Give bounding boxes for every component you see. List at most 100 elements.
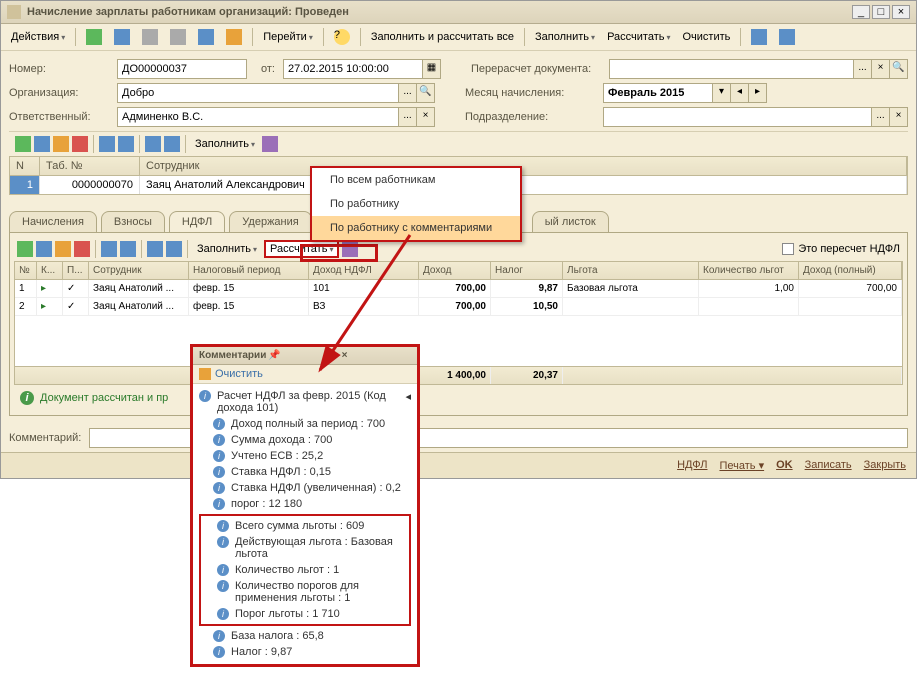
- edit-row-icon[interactable]: [53, 136, 69, 152]
- recalc-label: Перерасчет документа:: [471, 63, 601, 75]
- up-icon[interactable]: [99, 136, 115, 152]
- tb-doc1-icon[interactable]: [138, 27, 162, 47]
- footer-print[interactable]: Печать ▾: [719, 459, 764, 472]
- tab-nachisleniya[interactable]: Начисления: [9, 211, 97, 232]
- tb-list2-icon[interactable]: [775, 27, 799, 47]
- recalc-ndfl-label: Это пересчет НДФЛ: [798, 243, 900, 255]
- recalc-search-button[interactable]: 🔍: [890, 59, 908, 79]
- footer-save[interactable]: Записать: [805, 459, 852, 472]
- delete-row-icon[interactable]: [72, 136, 88, 152]
- tb-list1-icon[interactable]: [747, 27, 771, 47]
- tab-uderzhaniya[interactable]: Удержания: [229, 211, 311, 232]
- footer-ok[interactable]: OK: [776, 459, 793, 472]
- data-row[interactable]: 2 ▸ ✓ Заяц Анатолий ... февр. 15 ВЗ 700,…: [15, 298, 902, 316]
- people-icon[interactable]: [262, 136, 278, 152]
- ndfl-calc-menu[interactable]: Рассчитать▾: [264, 240, 339, 258]
- resp-clear-button[interactable]: ×: [417, 107, 435, 127]
- comment-line: iДоход полный за период : 700: [199, 416, 411, 432]
- add-row-icon[interactable]: [15, 136, 31, 152]
- date-input[interactable]: [283, 59, 423, 79]
- sort-desc-icon[interactable]: [164, 136, 180, 152]
- recalc-input[interactable]: [609, 59, 854, 79]
- month-next-button[interactable]: ▸: [749, 83, 767, 103]
- menu-by-worker[interactable]: По работнику: [312, 192, 520, 216]
- month-prev-button[interactable]: ◂: [731, 83, 749, 103]
- ndfl-sort2-icon[interactable]: [166, 241, 182, 257]
- dept-input[interactable]: [603, 107, 872, 127]
- org-input[interactable]: [117, 83, 399, 103]
- month-spin-button[interactable]: ▾: [713, 83, 731, 103]
- ndfl-copy-icon[interactable]: [36, 241, 52, 257]
- comments-title: Комментарии: [199, 350, 268, 361]
- tab-vznosy[interactable]: Взносы: [101, 211, 165, 232]
- resp-input[interactable]: [117, 107, 399, 127]
- ndfl-add-icon[interactable]: [17, 241, 33, 257]
- tb-new-icon[interactable]: [82, 27, 106, 47]
- comment-line: iСтавка НДФЛ (увеличенная) : 0,2: [199, 480, 411, 496]
- data-row[interactable]: 1 ▸ ✓ Заяц Анатолий ... февр. 15 101 700…: [15, 280, 902, 298]
- totals-row: 1 400,00 20,37: [15, 366, 902, 384]
- comments-pin-icon[interactable]: 📌: [268, 350, 337, 361]
- add-copy-icon[interactable]: [34, 136, 50, 152]
- comments-popup: Комментарии 📌 × Очистить iРасчет НДФЛ за…: [190, 344, 420, 667]
- tb-doc2-icon[interactable]: [166, 27, 190, 47]
- tb-struct-icon[interactable]: [194, 27, 218, 47]
- recalc-ndfl-checkbox[interactable]: [782, 243, 794, 255]
- clear-button[interactable]: Очистить: [678, 29, 734, 45]
- tab-ndfl[interactable]: НДФЛ: [169, 211, 225, 232]
- comment-label: Комментарий:: [9, 432, 81, 444]
- recalc-select-button[interactable]: ...: [854, 59, 872, 79]
- ndfl-sort1-icon[interactable]: [147, 241, 163, 257]
- footer-ndfl[interactable]: НДФЛ: [677, 459, 707, 472]
- tab-listok[interactable]: ый листок: [532, 211, 609, 232]
- ndfl-down-icon[interactable]: [120, 241, 136, 257]
- emp-fill-menu[interactable]: Заполнить▾: [191, 136, 259, 152]
- ndfl-people-icon[interactable]: [342, 241, 358, 257]
- month-label: Месяц начисления:: [465, 87, 595, 99]
- tb-refresh-icon[interactable]: [110, 27, 134, 47]
- menu-all-workers[interactable]: По всем работникам: [312, 168, 520, 192]
- col-emp: Сотрудник: [140, 157, 907, 175]
- minimize-button[interactable]: _: [852, 5, 870, 19]
- ndfl-up-icon[interactable]: [101, 241, 117, 257]
- main-toolbar: Действия▾ Перейти▾ ? Заполнить и рассчит…: [1, 24, 916, 51]
- number-label: Номер:: [9, 63, 109, 75]
- dept-select-button[interactable]: ...: [872, 107, 890, 127]
- comment-line: iВсего сумма льготы : 609: [203, 518, 407, 534]
- footer-close[interactable]: Закрыть: [864, 459, 906, 472]
- menu-by-worker-comments[interactable]: По работнику с комментариями: [312, 216, 520, 240]
- comments-close-button[interactable]: ×: [342, 350, 411, 361]
- date-picker-button[interactable]: ▦: [423, 59, 441, 79]
- resp-select-button[interactable]: ...: [399, 107, 417, 127]
- fill-menu[interactable]: Заполнить▾: [531, 29, 599, 45]
- comment-line: iУчтено ЕСВ : 25,2: [199, 448, 411, 464]
- resp-label: Ответственный:: [9, 111, 109, 123]
- window-title: Начисление зарплаты работникам организац…: [27, 6, 850, 18]
- comment-line: iДействующая льгота : Базовая льгота: [203, 534, 407, 562]
- ndfl-fill-menu[interactable]: Заполнить▾: [193, 241, 261, 257]
- org-search-button[interactable]: 🔍: [417, 83, 435, 103]
- maximize-button[interactable]: □: [872, 5, 890, 19]
- ndfl-delete-icon[interactable]: [74, 241, 90, 257]
- dept-clear-button[interactable]: ×: [890, 107, 908, 127]
- info-icon: i: [20, 391, 34, 405]
- fill-calc-all-button[interactable]: Заполнить и рассчитать все: [367, 29, 518, 45]
- number-input[interactable]: [117, 59, 247, 79]
- sort-asc-icon[interactable]: [145, 136, 161, 152]
- comments-clear-button[interactable]: Очистить: [215, 368, 263, 380]
- down-icon[interactable]: [118, 136, 134, 152]
- ndfl-edit-icon[interactable]: [55, 241, 71, 257]
- calc-menu[interactable]: Рассчитать▾: [603, 29, 674, 45]
- comment-line: iБаза налога : 65,8: [199, 628, 411, 644]
- tb-struct2-icon[interactable]: [222, 27, 246, 47]
- go-menu[interactable]: Перейти▾: [259, 29, 317, 45]
- recalc-clear-button[interactable]: ×: [872, 59, 890, 79]
- month-input[interactable]: [603, 83, 713, 103]
- calc-dropdown-menu: По всем работникам По работнику По работ…: [310, 166, 522, 242]
- actions-menu[interactable]: Действия▾: [7, 29, 69, 45]
- close-button[interactable]: ×: [892, 5, 910, 19]
- from-label: от:: [261, 63, 275, 75]
- org-select-button[interactable]: ...: [399, 83, 417, 103]
- help-icon[interactable]: ?: [330, 27, 354, 47]
- status-message: i Документ рассчитан и пр: [14, 385, 903, 411]
